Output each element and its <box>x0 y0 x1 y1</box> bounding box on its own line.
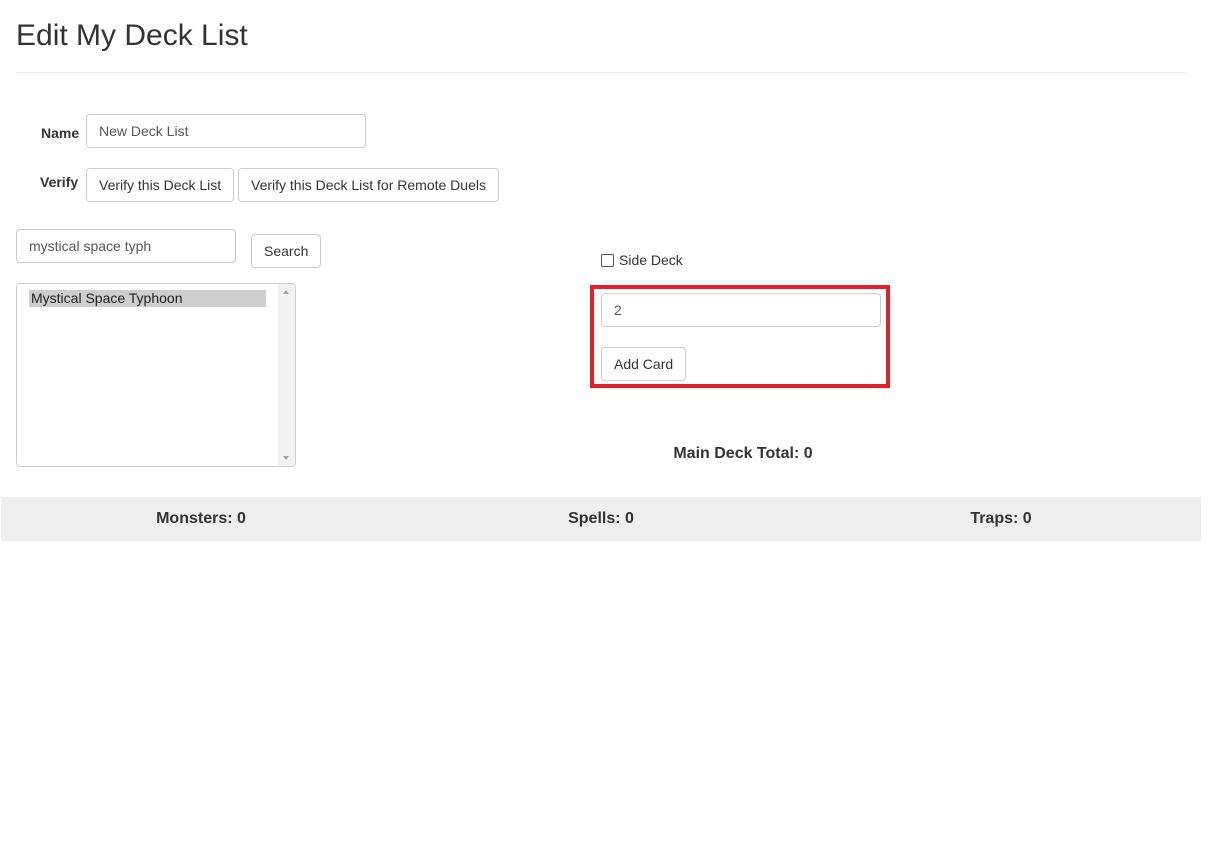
spells-count: Spells: 0 <box>568 510 634 527</box>
card-search-input[interactable] <box>16 229 236 263</box>
side-deck-label[interactable]: Side Deck <box>619 252 683 268</box>
side-deck-checkbox[interactable] <box>601 254 614 267</box>
add-card-button[interactable]: Add Card <box>601 347 687 381</box>
monsters-count: Monsters: 0 <box>156 510 246 527</box>
summary-bar: Monsters: 0 Spells: 0 Traps: 0 <box>1 497 1201 541</box>
search-results-list[interactable]: Mystical Space Typhoon <box>16 283 296 467</box>
main-deck-total: Main Deck Total: 0 <box>673 445 813 462</box>
card-quantity-input[interactable] <box>601 293 881 327</box>
scroll-down-icon[interactable] <box>283 456 289 460</box>
title-divider <box>16 72 1186 73</box>
list-item[interactable]: Mystical Space Typhoon <box>29 290 266 307</box>
traps-count: Traps: 0 <box>970 510 1032 527</box>
deck-name-input[interactable] <box>86 114 366 148</box>
verify-remote-duels-button[interactable]: Verify this Deck List for Remote Duels <box>238 168 499 202</box>
list-scrollbar[interactable] <box>278 284 295 466</box>
page-title: Edit My Deck List <box>16 19 248 52</box>
name-label: Name <box>41 125 80 141</box>
search-button[interactable]: Search <box>251 234 322 268</box>
verify-deck-button[interactable]: Verify this Deck List <box>86 168 235 202</box>
verify-label: Verify <box>40 174 79 190</box>
scroll-up-icon[interactable] <box>283 290 289 294</box>
